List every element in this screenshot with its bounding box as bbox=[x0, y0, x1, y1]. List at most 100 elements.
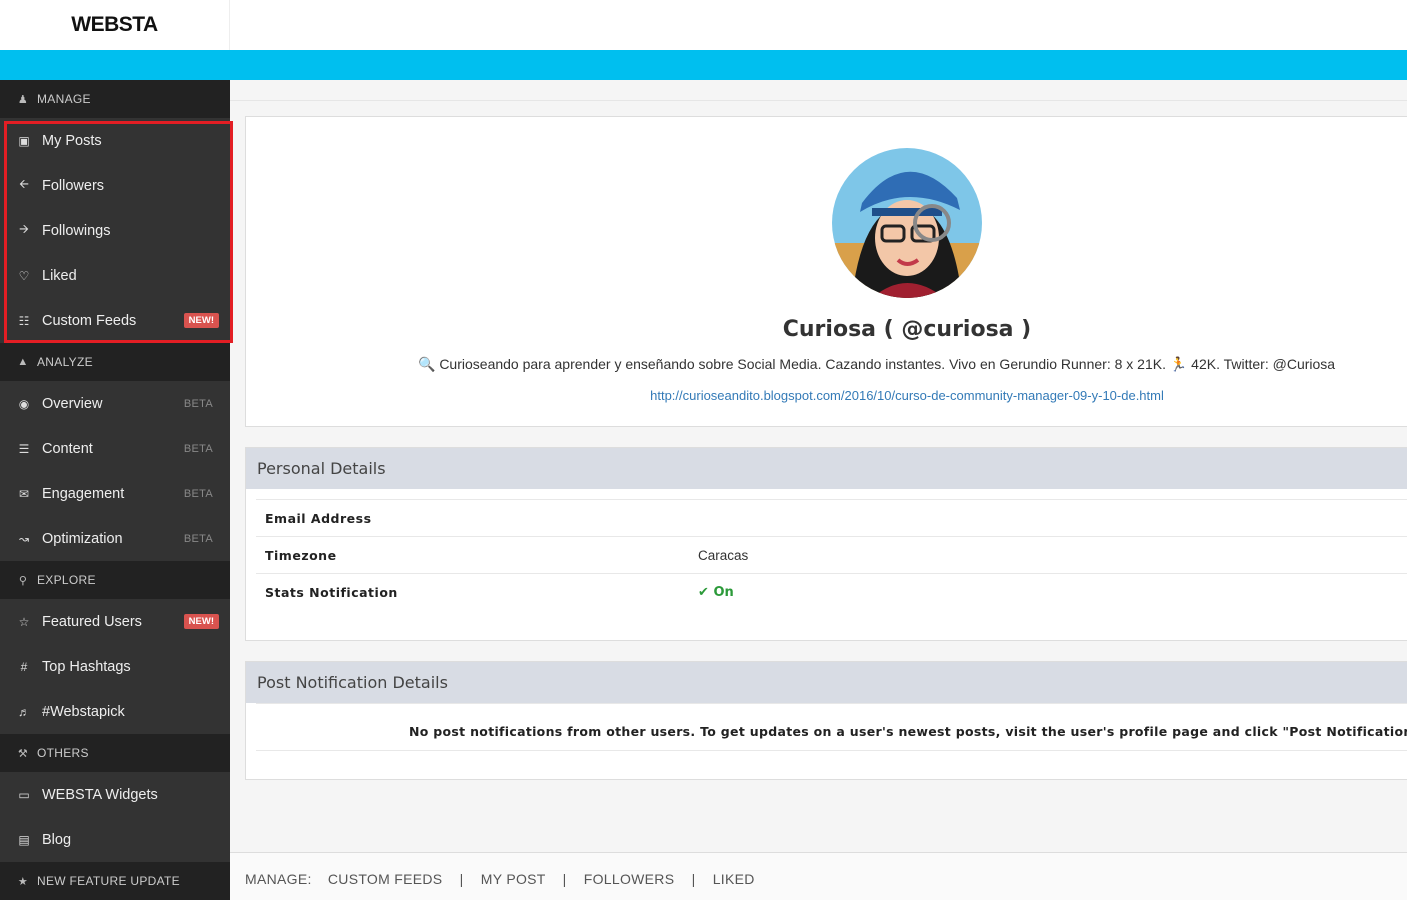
sidebar-item-webstapick[interactable]: ♬ #Webstapick bbox=[0, 689, 230, 734]
sidebar-item-label: Overview bbox=[42, 395, 103, 412]
panel-title: Post Notification Details bbox=[246, 662, 1407, 703]
accent-bar bbox=[0, 50, 1407, 80]
sidebar-item-featured-users[interactable]: ☆ Featured Users NEW! bbox=[0, 599, 230, 644]
sidebar-item-custom-feeds[interactable]: ☷ Custom Feeds NEW! bbox=[0, 298, 230, 343]
footer-separator: | bbox=[691, 871, 696, 887]
websta-logo[interactable]: WEBSTA bbox=[71, 13, 158, 37]
sidebar-item-label: Custom Feeds bbox=[42, 312, 137, 329]
sidebar-item-liked[interactable]: ♡ Liked bbox=[0, 253, 230, 298]
instagram-icon: ▣ bbox=[18, 133, 30, 148]
sidebar-item-label: Blog bbox=[42, 831, 72, 848]
divider bbox=[256, 703, 1407, 704]
wrench-icon: ⚒ bbox=[17, 747, 29, 760]
footer: MANAGE: CUSTOM FEEDS | MY POST | FOLLOWE… bbox=[230, 852, 1407, 900]
detail-key: Stats Notification bbox=[265, 585, 398, 600]
footer-link-followers[interactable]: FOLLOWERS bbox=[584, 871, 675, 887]
sidebar-item-label: WEBSTA Widgets bbox=[42, 786, 158, 803]
beta-tag: BETA bbox=[183, 532, 213, 545]
check-icon: ✔ bbox=[698, 585, 709, 600]
dashboard-icon: ◉ bbox=[18, 396, 30, 411]
detail-key: Timezone bbox=[265, 548, 337, 563]
sidebar-item-followers[interactable]: 🡨 Followers bbox=[0, 163, 230, 208]
avatar[interactable] bbox=[832, 148, 982, 298]
monitor-icon: ▭ bbox=[18, 787, 30, 802]
section-explore: ⚲ EXPLORE bbox=[0, 561, 230, 599]
search-icon: ⚲ bbox=[18, 574, 28, 587]
logo-container[interactable]: WEBSTA bbox=[0, 0, 230, 50]
beta-tag: BETA bbox=[183, 487, 213, 500]
divider bbox=[230, 100, 1407, 101]
section-manage: ♟ MANAGE bbox=[0, 80, 230, 118]
post-notification-panel: Post Notification Details No post notifi… bbox=[245, 661, 1407, 780]
sidebar-item-optimization[interactable]: ↝ Optimization BETA bbox=[0, 516, 230, 561]
profile-name: Curiosa ( @curiosa ) bbox=[782, 317, 1032, 342]
stats-status: On bbox=[713, 585, 734, 600]
sidebar-item-overview[interactable]: ◉ Overview BETA bbox=[0, 381, 230, 426]
section-analyze: ▲ ANALYZE bbox=[0, 343, 230, 381]
sidebar-item-label: Followers bbox=[42, 177, 105, 194]
sidebar: ♟ MANAGE ▣ My Posts 🡨 Followers 🡪 Follow… bbox=[0, 80, 230, 900]
document-icon: ▤ bbox=[18, 832, 30, 847]
list-icon: ☰ bbox=[18, 441, 30, 456]
sidebar-item-blog[interactable]: ▤ Blog bbox=[0, 817, 230, 862]
grid-icon: ☷ bbox=[18, 313, 30, 328]
new-badge: NEW! bbox=[183, 614, 219, 629]
area-chart-icon: ▲ bbox=[17, 356, 29, 368]
detail-row-stats-notification: Stats Notification ✔ On bbox=[256, 573, 1407, 610]
bell-icon: ♬ bbox=[18, 704, 30, 719]
sidebar-item-followings[interactable]: 🡪 Followings bbox=[0, 208, 230, 253]
detail-value: ✔ On bbox=[698, 585, 734, 600]
beta-tag: BETA bbox=[183, 397, 213, 410]
footer-separator: | bbox=[562, 871, 567, 887]
sidebar-item-engagement[interactable]: ✉ Engagement BETA bbox=[0, 471, 230, 516]
personal-details-panel: Personal Details Email Address Timezone … bbox=[245, 447, 1407, 641]
sidebar-item-label: Optimization bbox=[42, 530, 123, 547]
footer-nav: MANAGE: CUSTOM FEEDS | MY POST | FOLLOWE… bbox=[245, 871, 755, 887]
detail-key: Email Address bbox=[265, 511, 372, 526]
section-title: MANAGE bbox=[37, 92, 91, 106]
sidebar-item-label: Featured Users bbox=[42, 613, 142, 630]
hashtag-icon: # bbox=[20, 659, 28, 674]
arrow-right-icon: 🡪 bbox=[19, 222, 29, 236]
sidebar-item-label: My Posts bbox=[42, 132, 102, 149]
top-header: WEBSTA bbox=[0, 0, 1407, 50]
line-chart-icon: ↝ bbox=[18, 531, 30, 546]
star-icon: ★ bbox=[17, 875, 29, 888]
footer-prefix: MANAGE: bbox=[245, 871, 312, 887]
comments-icon: ✉ bbox=[18, 486, 30, 501]
section-title: ANALYZE bbox=[37, 355, 93, 369]
section-title: EXPLORE bbox=[37, 573, 96, 587]
profile-bio: 🔍 Curioseando para aprender y enseñando … bbox=[418, 356, 1336, 372]
new-badge: NEW! bbox=[183, 313, 219, 328]
detail-row-email: Email Address bbox=[256, 499, 1407, 536]
sidebar-item-widgets[interactable]: ▭ WEBSTA Widgets bbox=[0, 772, 230, 817]
footer-link-liked[interactable]: LIKED bbox=[713, 871, 755, 887]
arrow-left-icon: 🡨 bbox=[19, 177, 29, 191]
sidebar-item-content[interactable]: ☰ Content BETA bbox=[0, 426, 230, 471]
beta-tag: BETA bbox=[183, 442, 213, 455]
divider bbox=[256, 750, 1407, 751]
user-icon: ♟ bbox=[17, 93, 29, 106]
sidebar-item-label: Followings bbox=[42, 222, 111, 239]
sidebar-item-my-posts[interactable]: ▣ My Posts bbox=[0, 118, 230, 163]
section-new-feature-update[interactable]: ★ NEW FEATURE UPDATE bbox=[0, 862, 230, 900]
notification-message: No post notifications from other users. … bbox=[409, 724, 1407, 739]
footer-separator: | bbox=[459, 871, 464, 887]
detail-row-timezone: Timezone Caracas bbox=[256, 536, 1407, 573]
section-title: NEW FEATURE UPDATE bbox=[37, 874, 180, 888]
trophy-icon: ☆ bbox=[18, 614, 30, 629]
sidebar-item-label: Content bbox=[42, 440, 93, 457]
section-others: ⚒ OTHERS bbox=[0, 734, 230, 772]
profile-card: Curiosa ( @curiosa ) 🔍 Curioseando para … bbox=[245, 116, 1407, 427]
section-title: OTHERS bbox=[37, 746, 89, 760]
sidebar-item-label: #Webstapick bbox=[42, 703, 125, 720]
profile-link[interactable]: http://curioseandito.blogspot.com/2016/1… bbox=[246, 388, 1407, 403]
panel-title: Personal Details bbox=[246, 448, 1407, 489]
sidebar-item-top-hashtags[interactable]: # Top Hashtags bbox=[0, 644, 230, 689]
sidebar-item-label: Liked bbox=[42, 267, 77, 284]
sidebar-item-label: Top Hashtags bbox=[42, 658, 131, 675]
footer-link-my-post[interactable]: MY POST bbox=[481, 871, 546, 887]
detail-value: Caracas bbox=[698, 548, 749, 563]
sidebar-item-label: Engagement bbox=[42, 485, 125, 502]
footer-link-custom-feeds[interactable]: CUSTOM FEEDS bbox=[328, 871, 443, 887]
